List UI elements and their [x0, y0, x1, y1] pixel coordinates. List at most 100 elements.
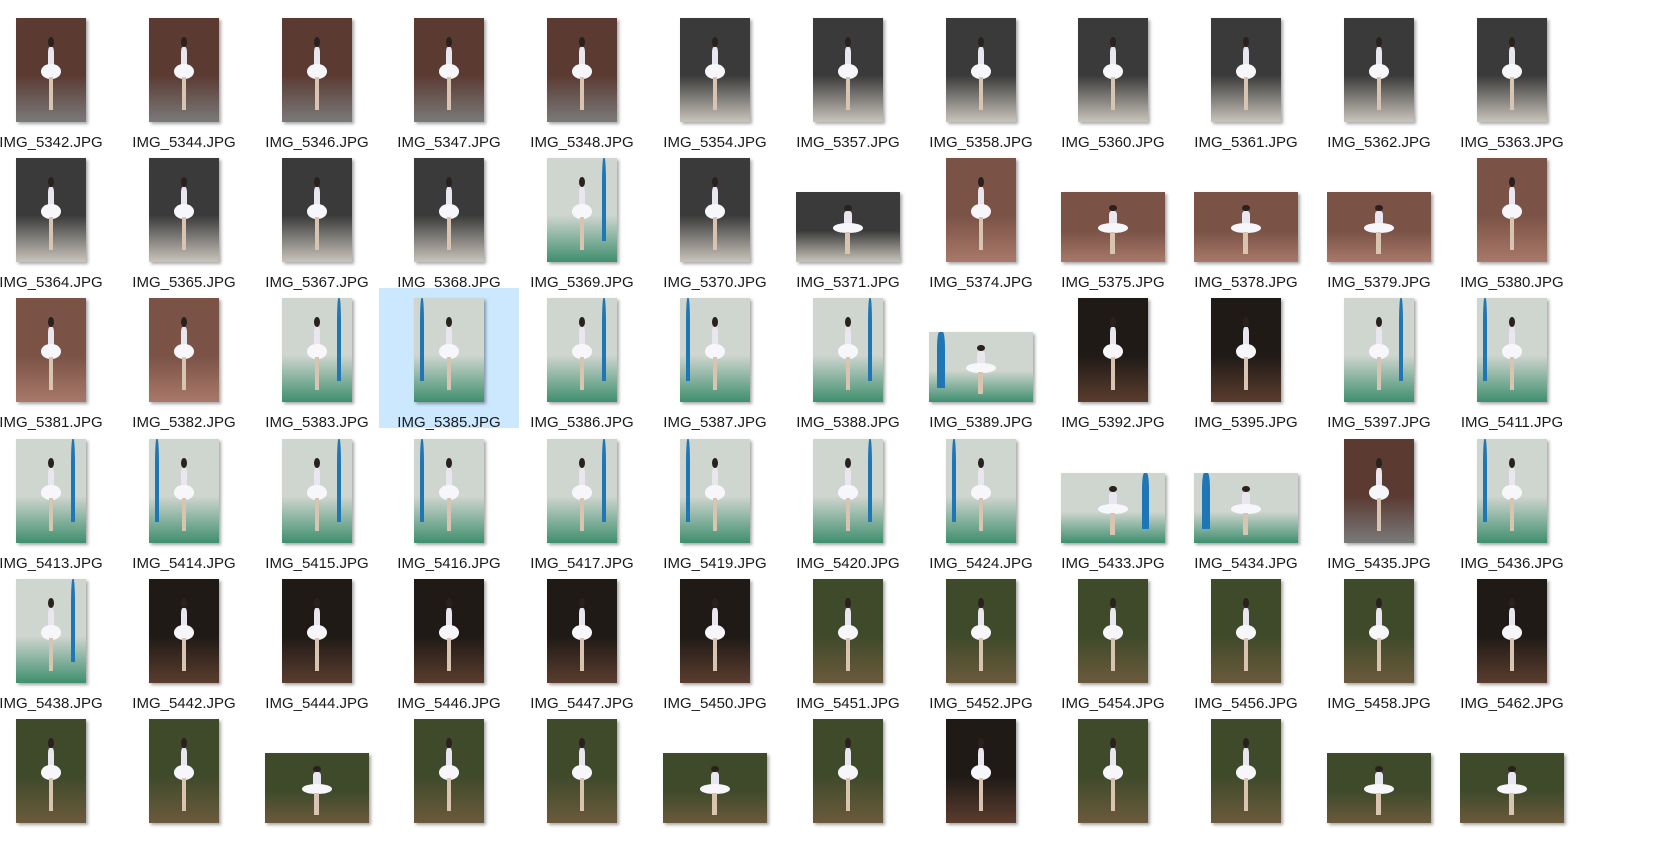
file-item[interactable]	[1309, 709, 1449, 849]
thumbnail-image	[282, 158, 352, 262]
file-item[interactable]: IMG_5389.JPG	[911, 288, 1051, 431]
file-item[interactable]: IMG_5375.JPG	[1043, 148, 1183, 291]
file-item[interactable]: IMG_5458.JPG	[1309, 569, 1449, 712]
file-item[interactable]: IMG_5435.JPG	[1309, 429, 1449, 572]
file-item[interactable]: IMG_5414.JPG	[114, 429, 254, 572]
thumbnail-frame	[1176, 577, 1316, 689]
file-item[interactable]: IMG_5454.JPG	[1043, 569, 1183, 712]
file-item[interactable]	[0, 709, 121, 849]
file-item[interactable]: IMG_5415.JPG	[247, 429, 387, 572]
file-item[interactable]: IMG_5379.JPG	[1309, 148, 1449, 291]
file-item[interactable]: IMG_5417.JPG	[512, 429, 652, 572]
file-item[interactable]	[512, 709, 652, 849]
file-item[interactable]: IMG_5395.JPG	[1176, 288, 1316, 431]
file-item[interactable]: IMG_5434.JPG	[1176, 429, 1316, 572]
file-item[interactable]: IMG_5385.JPG	[379, 288, 519, 431]
thumbnail-frame	[512, 156, 652, 268]
file-item[interactable]	[1043, 709, 1183, 849]
file-item[interactable]: IMG_5397.JPG	[1309, 288, 1449, 431]
file-item[interactable]: IMG_5413.JPG	[0, 429, 121, 572]
file-item[interactable]: IMG_5452.JPG	[911, 569, 1051, 712]
file-item[interactable]	[911, 709, 1051, 849]
basketball-pole-shape	[1202, 473, 1210, 529]
thumbnail-frame	[379, 16, 519, 128]
file-item[interactable]: IMG_5374.JPG	[911, 148, 1051, 291]
file-item[interactable]	[1176, 709, 1316, 849]
file-item[interactable]: IMG_5382.JPG	[114, 288, 254, 431]
file-item[interactable]: IMG_5361.JPG	[1176, 8, 1316, 151]
thumbnail-image	[1078, 579, 1148, 683]
basketball-pole-shape	[1482, 439, 1488, 523]
file-item[interactable]: IMG_5424.JPG	[911, 429, 1051, 572]
thumbnail-image	[1477, 18, 1547, 122]
file-item[interactable]: IMG_5450.JPG	[645, 569, 785, 712]
file-item[interactable]: IMG_5367.JPG	[247, 148, 387, 291]
file-item[interactable]: IMG_5462.JPG	[1442, 569, 1582, 712]
file-item[interactable]: IMG_5456.JPG	[1176, 569, 1316, 712]
thumbnail-image	[149, 298, 219, 402]
thumbnail-image	[16, 158, 86, 262]
file-item[interactable]: IMG_5363.JPG	[1442, 8, 1582, 151]
file-item[interactable]: IMG_5438.JPG	[0, 569, 121, 712]
thumbnail-frame	[1309, 296, 1449, 408]
file-item[interactable]: IMG_5369.JPG	[512, 148, 652, 291]
dancer-figure	[1236, 316, 1256, 390]
file-item[interactable]: IMG_5348.JPG	[512, 8, 652, 151]
file-item[interactable]: IMG_5346.JPG	[247, 8, 387, 151]
file-item[interactable]: IMG_5416.JPG	[379, 429, 519, 572]
file-item[interactable]: IMG_5447.JPG	[512, 569, 652, 712]
file-item[interactable]: IMG_5362.JPG	[1309, 8, 1449, 151]
file-item[interactable]: IMG_5383.JPG	[247, 288, 387, 431]
thumbnail-image	[813, 18, 883, 122]
thumbnail-frame	[0, 717, 121, 829]
thumbnail-image	[796, 192, 900, 262]
file-item[interactable]: IMG_5342.JPG	[0, 8, 121, 151]
file-item[interactable]: IMG_5436.JPG	[1442, 429, 1582, 572]
file-item[interactable]: IMG_5368.JPG	[379, 148, 519, 291]
file-item[interactable]: IMG_5411.JPG	[1442, 288, 1582, 431]
file-item[interactable]: IMG_5365.JPG	[114, 148, 254, 291]
file-item[interactable]: IMG_5444.JPG	[247, 569, 387, 712]
file-item[interactable]	[247, 709, 387, 849]
dancer-figure	[174, 457, 194, 531]
file-item[interactable]: IMG_5370.JPG	[645, 148, 785, 291]
file-item[interactable]: IMG_5446.JPG	[379, 569, 519, 712]
file-item[interactable]: IMG_5442.JPG	[114, 569, 254, 712]
file-item[interactable]: IMG_5371.JPG	[778, 148, 918, 291]
file-item[interactable]: IMG_5358.JPG	[911, 8, 1051, 151]
file-item[interactable]: IMG_5381.JPG	[0, 288, 121, 431]
dancer-figure	[971, 597, 991, 671]
dancer-figure	[1103, 597, 1123, 671]
file-item[interactable]: IMG_5392.JPG	[1043, 288, 1183, 431]
file-item[interactable]: IMG_5357.JPG	[778, 8, 918, 151]
file-item[interactable]: IMG_5419.JPG	[645, 429, 785, 572]
thumbnail-image	[1460, 753, 1564, 823]
file-item[interactable]: IMG_5360.JPG	[1043, 8, 1183, 151]
file-item[interactable]	[778, 709, 918, 849]
file-item[interactable]	[379, 709, 519, 849]
dancer-figure	[307, 457, 327, 531]
file-item[interactable]	[1442, 709, 1582, 849]
dancer-figure	[572, 597, 592, 671]
file-item[interactable]: IMG_5378.JPG	[1176, 148, 1316, 291]
file-item[interactable]	[114, 709, 254, 849]
thumbnail-frame	[645, 156, 785, 268]
dancer-figure	[838, 597, 858, 671]
file-item[interactable]: IMG_5386.JPG	[512, 288, 652, 431]
thumbnail-image	[16, 18, 86, 122]
thumbnail-frame	[247, 437, 387, 549]
file-item[interactable]: IMG_5387.JPG	[645, 288, 785, 431]
file-item[interactable]: IMG_5433.JPG	[1043, 429, 1183, 572]
file-item[interactable]: IMG_5451.JPG	[778, 569, 918, 712]
file-item[interactable]: IMG_5420.JPG	[778, 429, 918, 572]
dancer-figure	[307, 176, 327, 250]
file-item[interactable]: IMG_5347.JPG	[379, 8, 519, 151]
file-item[interactable]: IMG_5380.JPG	[1442, 148, 1582, 291]
file-item[interactable]	[645, 709, 785, 849]
file-item[interactable]: IMG_5344.JPG	[114, 8, 254, 151]
dancer-figure	[1502, 316, 1522, 390]
thumbnail-image	[813, 298, 883, 402]
file-item[interactable]: IMG_5388.JPG	[778, 288, 918, 431]
file-item[interactable]: IMG_5354.JPG	[645, 8, 785, 151]
file-item[interactable]: IMG_5364.JPG	[0, 148, 121, 291]
